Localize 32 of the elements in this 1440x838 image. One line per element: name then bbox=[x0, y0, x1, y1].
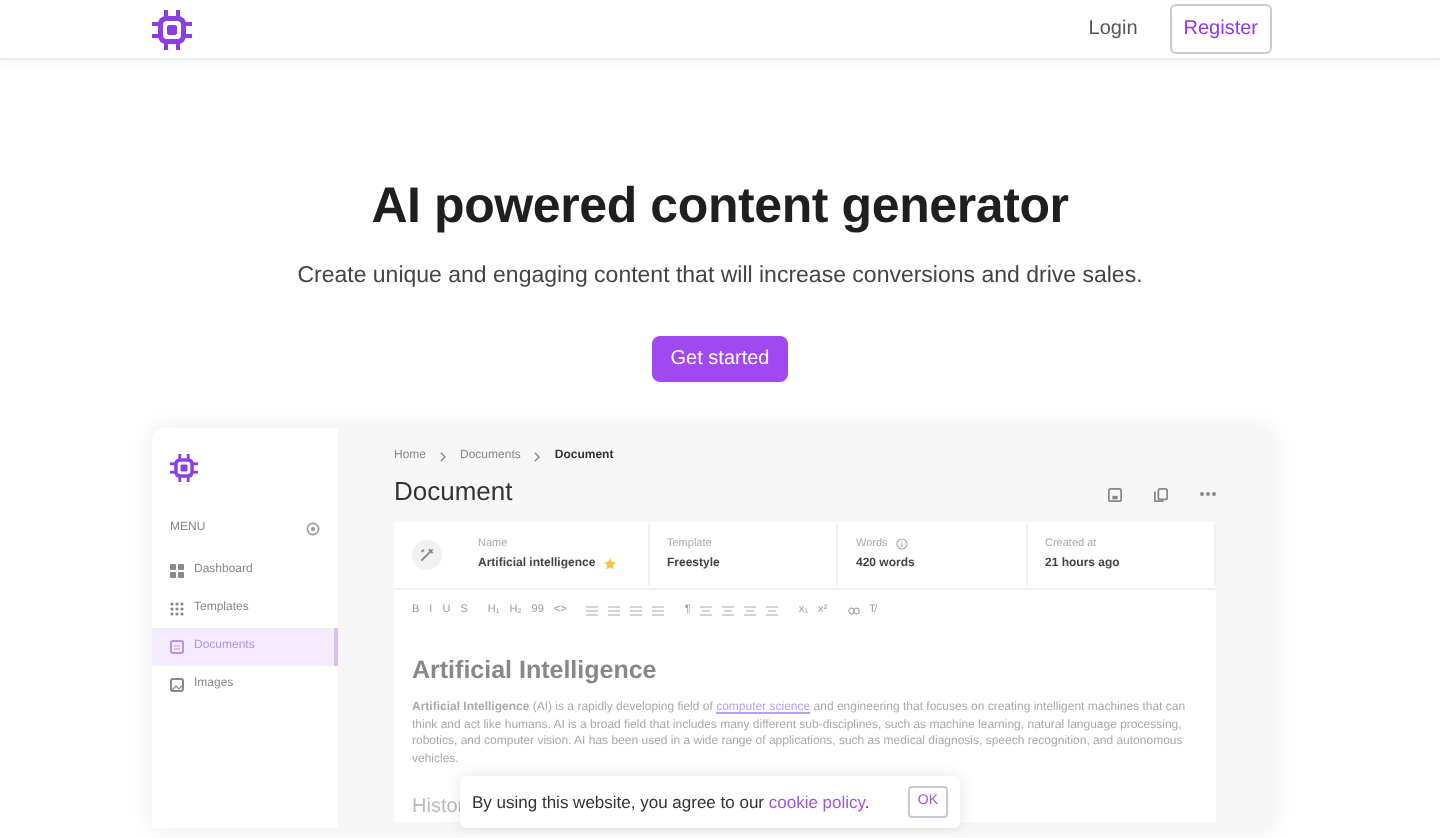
logo-icon bbox=[152, 9, 192, 49]
info-icon[interactable] bbox=[895, 537, 908, 550]
align-icon[interactable] bbox=[744, 606, 757, 616]
align-icon[interactable] bbox=[722, 606, 735, 616]
star-icon[interactable] bbox=[603, 558, 616, 571]
settings-icon[interactable] bbox=[306, 522, 320, 537]
list-icon[interactable] bbox=[586, 606, 599, 616]
chevron-icon bbox=[534, 452, 541, 463]
cookie-message: By using this website, you agree to our cookie policy. bbox=[472, 789, 870, 815]
list-icon[interactable] bbox=[652, 606, 665, 616]
login-link[interactable]: Login bbox=[1088, 14, 1138, 44]
content-heading: Artificial Intelligence bbox=[412, 654, 659, 689]
dots-grid-icon bbox=[170, 602, 184, 617]
copy-icon[interactable] bbox=[1154, 487, 1168, 501]
get-started-button[interactable]: Get started bbox=[652, 336, 788, 383]
align-icon[interactable] bbox=[766, 606, 779, 616]
list-icon[interactable] bbox=[608, 606, 621, 616]
grid-icon bbox=[170, 564, 184, 579]
cookie-policy-link[interactable]: cookie policy bbox=[768, 791, 865, 812]
list-icon[interactable] bbox=[630, 606, 643, 616]
align-icon[interactable] bbox=[700, 606, 713, 616]
save-icon[interactable] bbox=[1108, 487, 1122, 501]
chevron-icon bbox=[440, 452, 447, 463]
register-button[interactable]: Register bbox=[1169, 4, 1272, 54]
image-icon bbox=[170, 678, 184, 693]
hero-title: AI powered content generator bbox=[369, 176, 1071, 236]
document-icon bbox=[170, 640, 184, 655]
magic-wand-icon bbox=[412, 539, 442, 570]
document-title: Document bbox=[394, 474, 513, 511]
hero-subtitle: Create unique and engaging content that will increase conversions and drive sales. bbox=[295, 262, 1145, 292]
logo-icon bbox=[170, 454, 198, 483]
link-icon[interactable] bbox=[847, 606, 860, 616]
